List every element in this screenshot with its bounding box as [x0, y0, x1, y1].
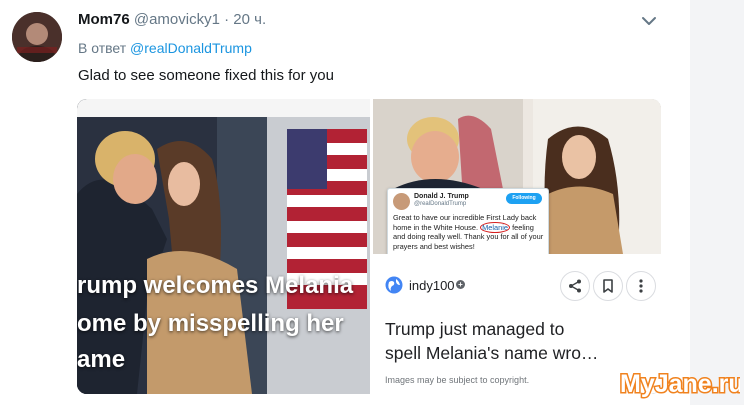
share-icon — [569, 279, 581, 293]
reply-prefix: В ответ — [78, 40, 127, 56]
embedded-name: Donald J. Trump — [414, 193, 469, 200]
tweet-header: Mom76 @amovicky1 · 20 ч. — [78, 11, 266, 28]
more-options-button[interactable] — [626, 271, 656, 301]
timestamp[interactable]: 20 ч. — [233, 11, 266, 28]
embedded-tweet-screenshot: Donald J. Trump @realDonaldTrump Followi… — [387, 188, 549, 254]
caption-line: ame — [77, 346, 126, 373]
embedded-follow-badge: Following — [506, 193, 542, 204]
author-name[interactable]: Mom76 — [78, 11, 130, 28]
reply-context: В ответ @realDonaldTrump — [78, 40, 252, 56]
embedded-avatar — [393, 193, 410, 210]
caption-line: rump welcomes Melania — [77, 272, 354, 299]
card-title-link[interactable]: Trump just managed to spell Melania's na… — [385, 317, 655, 365]
svg-text:MyJane.ru: MyJane.ru — [620, 370, 740, 398]
embedded-handle: @realDonaldTrump — [414, 201, 467, 207]
reply-mention-link[interactable]: @realDonaldTrump — [130, 40, 252, 56]
chevron-down-icon[interactable] — [641, 14, 657, 28]
more-vertical-icon — [639, 279, 643, 293]
tweet-media[interactable]: rump welcomes Melania ome by misspelling… — [77, 99, 661, 394]
page-gutter — [690, 0, 744, 405]
source-name[interactable]: indy100 — [409, 278, 455, 293]
watermark-logo: MyJane.ru — [618, 363, 741, 401]
avatar[interactable] — [12, 12, 62, 62]
embedded-tweet-text: Great to have our incredible First Lady … — [393, 213, 545, 251]
author-handle[interactable]: @amovicky1 — [134, 11, 220, 28]
circled-misspelling: Melanie — [480, 221, 510, 233]
copyright-note: Images may be subject to copyright. — [385, 375, 530, 385]
plus-icon[interactable]: + — [456, 280, 465, 289]
card-photo[interactable]: Donald J. Trump @realDonaldTrump Followi… — [373, 99, 661, 254]
share-button[interactable] — [560, 271, 590, 301]
bookmark-icon — [603, 279, 613, 293]
tweet-text: Glad to see someone fixed this for you — [78, 67, 334, 84]
card-source-row: indy100 + — [373, 266, 661, 306]
separator: · — [224, 11, 230, 28]
card-title-line: Trump just managed to — [385, 319, 565, 339]
media-photo-left[interactable]: rump welcomes Melania ome by misspelling… — [77, 99, 370, 394]
save-button[interactable] — [593, 271, 623, 301]
card-title-line: spell Melania's name wro… — [385, 343, 599, 363]
search-result-card[interactable]: Donald J. Trump @realDonaldTrump Followi… — [373, 99, 661, 394]
caption-line: ome by misspelling her — [77, 310, 344, 337]
tweet: Mom76 @amovicky1 · 20 ч. В ответ @realDo… — [0, 0, 690, 405]
globe-icon — [385, 276, 403, 294]
